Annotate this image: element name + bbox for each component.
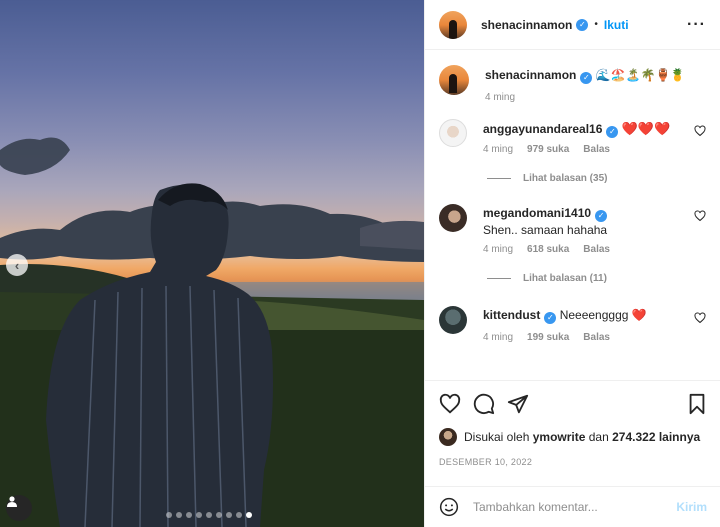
verified-badge-icon: ✓	[544, 312, 557, 324]
verified-badge-icon: ✓	[580, 72, 593, 84]
likes-middle: dan	[588, 430, 609, 444]
comment-likes[interactable]: 618 suka	[527, 244, 569, 255]
carousel-dot	[236, 512, 242, 518]
header-separator: •	[594, 19, 598, 30]
carousel-dot	[216, 512, 222, 518]
comment-item: kittendust ✓ Neeeengggg ❤️ 4 ming 199 suk…	[439, 306, 706, 343]
comment-time[interactable]: 4 ming	[483, 332, 513, 343]
caption-author-avatar[interactable]	[439, 65, 469, 95]
post-details-panel: shenacinnamon ✓ • Ikuti ··· shenacinnamo…	[424, 0, 720, 527]
carousel-dot	[176, 512, 182, 518]
share-send-icon[interactable]	[507, 393, 529, 415]
commenter-username[interactable]: megandomani1410	[483, 206, 591, 220]
comments-list: shenacinnamon ✓ 🌊🏖️🏝️🌴🏺🍍 4 ming anggayuna…	[425, 65, 720, 343]
caption-time[interactable]: 4 ming	[485, 92, 515, 103]
send-comment-button[interactable]: Kirim	[676, 500, 707, 514]
carousel-dot	[186, 512, 192, 518]
add-comment-bar: Kirim	[425, 486, 720, 527]
carousel-dot	[226, 512, 232, 518]
caption: shenacinnamon ✓ 🌊🏖️🏝️🌴🏺🍍 4 ming	[439, 65, 706, 103]
comment-text: Shen.. samaan hahaha	[483, 223, 608, 237]
more-options-icon[interactable]: ···	[687, 16, 706, 34]
verified-badge-icon: ✓	[576, 18, 589, 31]
tagged-users-button[interactable]	[6, 495, 32, 521]
photo-scene	[0, 137, 424, 527]
verified-badge-icon: ✓	[606, 126, 619, 138]
comment-text: Neeeengggg ❤️	[559, 308, 647, 322]
liker-avatar	[439, 428, 457, 446]
caption-username[interactable]: shenacinnamon	[485, 68, 576, 82]
reply-line-divider	[487, 178, 511, 179]
view-replies-button[interactable]: Lihat balasan (35)	[487, 173, 706, 184]
likes-summary[interactable]: Disukai oleh ymowrite dan 274.322 lainny…	[439, 428, 707, 446]
reply-button[interactable]: Balas	[583, 244, 610, 255]
comment-time[interactable]: 4 ming	[483, 244, 513, 255]
like-comment-heart-icon[interactable]	[694, 125, 706, 137]
carousel-indicator	[166, 512, 252, 518]
carousel-dot	[196, 512, 202, 518]
like-heart-icon[interactable]	[439, 393, 461, 415]
view-replies-label: Lihat balasan (35)	[523, 173, 608, 184]
post-date: DESEMBER 10, 2022	[439, 457, 533, 467]
emoji-smiley-icon[interactable]	[439, 497, 459, 517]
comment-likes[interactable]: 979 suka	[527, 144, 569, 155]
author-username[interactable]: shenacinnamon	[481, 18, 572, 32]
commenter-username[interactable]: anggayunandareal16	[483, 122, 602, 136]
view-replies-label: Lihat balasan (11)	[523, 273, 607, 284]
likes-count[interactable]: 274.322 lainnya	[612, 430, 700, 444]
verified-badge-icon: ✓	[595, 210, 608, 222]
user-icon	[7, 496, 17, 507]
carousel-dot	[246, 512, 252, 518]
comment-item: megandomani1410 ✓ Shen.. samaan hahaha 4 …	[439, 204, 706, 255]
view-replies-button[interactable]: Lihat balasan (11)	[487, 273, 706, 284]
chevron-left-icon: ‹	[14, 257, 20, 273]
comment-input[interactable]	[473, 500, 677, 514]
comment-time[interactable]: 4 ming	[483, 144, 513, 155]
carousel-dot	[206, 512, 212, 518]
comment-likes[interactable]: 199 suka	[527, 332, 569, 343]
save-bookmark-icon[interactable]	[687, 393, 707, 415]
commenter-avatar[interactable]	[439, 204, 467, 232]
liker-username[interactable]: ymowrite	[533, 430, 586, 444]
likes-prefix: Disukai oleh	[464, 430, 530, 444]
post-actions: Disukai oleh ymowrite dan 274.322 lainny…	[425, 380, 720, 467]
reply-line-divider	[487, 278, 511, 279]
comment-item: anggayunandareal16 ✓ ❤️❤️❤️ 4 ming 979 su…	[439, 119, 706, 155]
action-bar	[439, 381, 707, 427]
post-header: shenacinnamon ✓ • Ikuti ···	[425, 0, 720, 50]
carousel-dot	[166, 512, 172, 518]
author-avatar[interactable]	[439, 10, 467, 39]
like-comment-heart-icon[interactable]	[694, 312, 706, 324]
like-comment-heart-icon[interactable]	[694, 210, 706, 222]
commenter-avatar[interactable]	[439, 306, 467, 334]
reply-button[interactable]: Balas	[583, 144, 610, 155]
reply-button[interactable]: Balas	[583, 332, 610, 343]
caption-text: 🌊🏖️🏝️🌴🏺🍍	[595, 68, 686, 82]
commenter-avatar[interactable]	[439, 119, 467, 147]
comment-text: ❤️❤️❤️	[621, 121, 671, 136]
follow-button[interactable]: Ikuti	[604, 18, 629, 32]
post-photo[interactable]: ‹	[0, 0, 424, 527]
commenter-username[interactable]: kittendust	[483, 308, 540, 322]
previous-photo-button[interactable]: ‹	[6, 254, 28, 276]
comment-bubble-icon[interactable]	[473, 393, 495, 415]
